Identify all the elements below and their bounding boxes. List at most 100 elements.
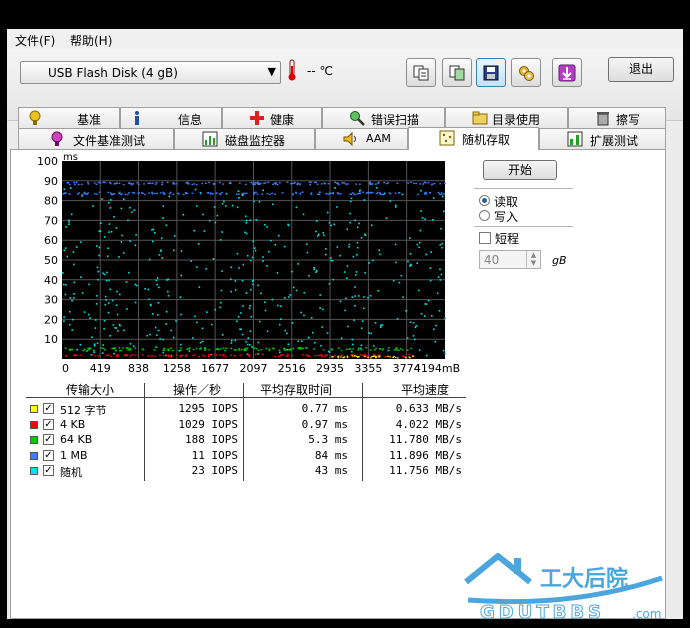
series-point: [407, 182, 410, 184]
series-point: [318, 354, 321, 357]
series-point: [377, 289, 379, 292]
series-point: [203, 230, 206, 232]
series-point: [89, 317, 91, 319]
tab-disk-monitor[interactable]: 磁盘监控器: [174, 128, 315, 149]
short-run-checkbox[interactable]: [479, 232, 491, 244]
series-point: [354, 305, 356, 307]
series-point: [129, 206, 131, 209]
size-spinner[interactable]: 40 ▲ ▼: [479, 250, 541, 269]
y-tick-label: 80: [44, 195, 58, 208]
series-point: [263, 223, 266, 226]
tab-info[interactable]: 信息: [120, 107, 222, 128]
series-point: [409, 265, 411, 267]
series-point: [194, 315, 196, 318]
series-point: [394, 356, 397, 359]
series-point: [108, 201, 110, 204]
tab-aam[interactable]: AAM: [315, 128, 408, 149]
series-checkbox[interactable]: ✓: [43, 449, 54, 461]
y-unit-label: ms: [63, 152, 78, 163]
menu-bar: 文件(F) 帮助(H): [7, 29, 683, 49]
series-point: [213, 206, 216, 208]
series-point: [178, 350, 181, 352]
series-point: [162, 205, 165, 207]
series-point: [103, 320, 106, 322]
series-checkbox[interactable]: ✓: [43, 434, 54, 445]
save-button[interactable]: [476, 58, 506, 87]
series-point: [357, 349, 360, 351]
series-point: [374, 183, 377, 185]
series-point: [413, 182, 415, 185]
series-point: [92, 349, 95, 352]
tab-random-access[interactable]: 随机存取: [408, 127, 539, 150]
series-point: [167, 355, 170, 358]
copy-button[interactable]: [406, 58, 436, 87]
series-point: [196, 266, 198, 268]
series-point: [114, 347, 116, 349]
series-point: [291, 322, 294, 324]
menu-file[interactable]: 文件(F): [15, 32, 55, 49]
tab-folder-usage[interactable]: 目录使用: [445, 107, 568, 128]
series-point: [173, 235, 176, 237]
series-point: [286, 181, 289, 184]
series-point: [419, 229, 422, 232]
health-cross-icon: [250, 111, 264, 125]
series-point: [63, 249, 66, 252]
series-point: [93, 193, 96, 195]
series-point: [287, 343, 290, 346]
series-point: [264, 301, 266, 304]
series-point: [355, 254, 358, 256]
series-point: [354, 355, 356, 357]
series-point: [367, 356, 369, 358]
series-point: [162, 349, 165, 352]
series-point: [264, 309, 267, 312]
series-point: [286, 332, 288, 335]
series-point: [255, 219, 258, 221]
series-point: [346, 265, 349, 267]
tab-health[interactable]: 健康: [222, 107, 322, 128]
series-point: [196, 321, 198, 324]
series-checkbox[interactable]: ✓: [43, 465, 54, 476]
row-time: 0.97 ms: [301, 417, 348, 431]
series-point: [385, 217, 388, 220]
tab-erase[interactable]: 擦写: [568, 107, 666, 128]
series-point: [219, 192, 221, 195]
series-point: [81, 195, 83, 197]
series-point: [254, 249, 257, 252]
series-point: [165, 224, 168, 227]
series-point: [256, 181, 259, 183]
series-checkbox[interactable]: ✓: [43, 418, 54, 430]
series-point: [378, 192, 381, 194]
read-radio[interactable]: [479, 195, 490, 206]
spinner-arrows-icon[interactable]: ▲ ▼: [526, 251, 540, 268]
copy-settings-button[interactable]: [442, 58, 472, 87]
series-point: [162, 354, 165, 357]
series-point: [87, 181, 89, 184]
menu-help[interactable]: 帮助(H): [70, 32, 112, 49]
latency-scatter-chart: 100 90 80 70 60 50 40 30 20 10 ms 0 419 838 1258 1677 20…: [37, 152, 460, 375]
start-button[interactable]: 开始: [483, 160, 557, 180]
tab-error-scan[interactable]: 错误扫描: [322, 107, 445, 128]
tab-extra-tests[interactable]: 扩展测试: [539, 128, 666, 149]
exit-button[interactable]: 退出: [608, 57, 674, 82]
series-point: [163, 193, 166, 195]
options-button[interactable]: [511, 58, 541, 87]
series-point: [131, 191, 134, 194]
tab-benchmark[interactable]: 基准: [18, 107, 120, 128]
series-point: [99, 222, 102, 224]
series-checkbox[interactable]: ✓: [43, 403, 54, 414]
series-point: [316, 269, 318, 272]
series-point: [326, 332, 329, 334]
series-point: [82, 349, 85, 352]
series-point: [68, 219, 70, 222]
series-point: [328, 221, 331, 224]
drive-select[interactable]: USB Flash Disk (4 gB) ▼: [20, 61, 281, 84]
series-point: [401, 355, 404, 357]
series-point: [441, 246, 443, 249]
series-point: [141, 354, 144, 356]
series-point: [230, 266, 233, 269]
table-row: ✓ 512 字节 1295 IOPS 0.77 ms 0.633 MB/s: [26, 402, 466, 417]
write-radio[interactable]: [479, 210, 490, 221]
download-button[interactable]: [552, 58, 582, 87]
series-point: [113, 215, 115, 218]
tab-file-benchmark[interactable]: 文件基准测试: [18, 128, 174, 149]
